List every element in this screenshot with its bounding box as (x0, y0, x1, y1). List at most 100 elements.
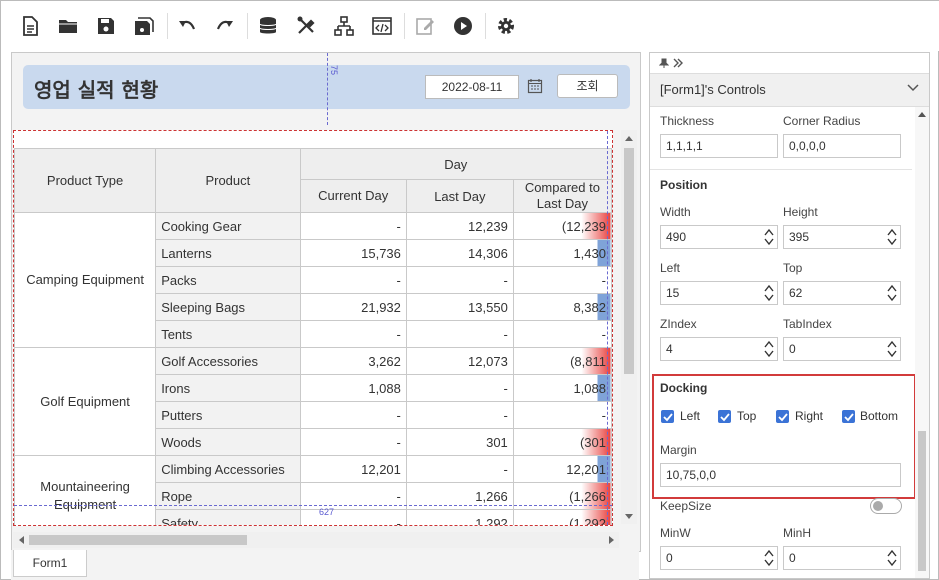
table-row[interactable]: Camping Equipment Cooking Gear -12,239 (12,… (14, 212, 612, 348)
current-day-cell[interactable]: - (299, 266, 407, 294)
margin-input[interactable]: 10,75,0,0 (660, 463, 901, 487)
current-day-cell[interactable]: - (299, 212, 407, 240)
tools-icon[interactable] (291, 11, 321, 41)
compared-cell[interactable]: 8,382 (512, 293, 612, 321)
database-icon[interactable] (253, 11, 283, 41)
spinner-icon[interactable] (887, 549, 897, 567)
compared-cell[interactable]: 12,201 (512, 455, 612, 483)
grid-horizontal-scrollbar[interactable] (13, 532, 619, 548)
product-cell[interactable]: Sleeping Bags (155, 293, 301, 321)
header-last-day[interactable]: Last Day (405, 179, 514, 213)
compared-cell[interactable]: (8,811 (512, 347, 612, 375)
last-day-cell[interactable]: 13,550 (405, 293, 514, 321)
horizontal-scroll-thumb[interactable] (29, 535, 247, 545)
product-cell[interactable]: Irons (155, 374, 301, 402)
product-type-cell[interactable]: Camping Equipment (14, 212, 157, 348)
current-day-cell[interactable]: 1,088 (299, 374, 407, 402)
chevron-down-icon[interactable] (907, 84, 919, 92)
current-day-cell[interactable]: - (299, 320, 407, 348)
compared-cell[interactable]: 1,088 (512, 374, 612, 402)
last-day-cell[interactable]: 1,292 (405, 509, 514, 525)
height-stepper[interactable]: 395 (783, 225, 901, 249)
table-row[interactable]: Golf Equipment Golf Accessories 3,262 12,07… (14, 347, 612, 456)
table-row[interactable]: Mountaineering Equipment Climbing Accesso… (14, 455, 612, 525)
spinner-icon[interactable] (764, 228, 774, 246)
last-day-cell[interactable]: 12,073 (405, 347, 514, 375)
redo-icon[interactable] (210, 11, 240, 41)
spinner-icon[interactable] (887, 340, 897, 358)
current-day-cell[interactable]: 21,932 (299, 293, 407, 321)
grid-vertical-scrollbar[interactable] (621, 130, 637, 524)
compared-cell[interactable]: 1,430 (512, 239, 612, 267)
last-day-cell[interactable]: 301 (405, 428, 514, 456)
last-day-cell[interactable]: - (405, 266, 514, 294)
spinner-icon[interactable] (764, 340, 774, 358)
dock-right-checkbox[interactable] (776, 410, 789, 423)
compared-cell[interactable]: - (512, 320, 612, 348)
current-day-cell[interactable]: - (299, 401, 407, 429)
spinner-icon[interactable] (887, 284, 897, 302)
product-cell[interactable]: Golf Accessories (155, 347, 301, 375)
edit-icon[interactable] (410, 11, 440, 41)
product-type-cell[interactable]: Mountaineering Equipment (14, 455, 157, 525)
compared-cell[interactable]: - (512, 266, 612, 294)
date-input[interactable]: 2022-08-11 (425, 75, 519, 99)
product-cell[interactable]: Packs (155, 266, 301, 294)
product-type-cell[interactable]: Golf Equipment (14, 347, 157, 456)
calendar-icon[interactable] (524, 75, 546, 97)
spinner-icon[interactable] (887, 228, 897, 246)
product-cell[interactable]: Safety (155, 509, 301, 525)
pin-icon[interactable] (659, 58, 669, 68)
product-cell[interactable]: Cooking Gear (155, 212, 301, 240)
hierarchy-icon[interactable] (329, 11, 359, 41)
run-icon[interactable] (448, 11, 478, 41)
panel-header[interactable]: [Form1]'s Controls (650, 74, 929, 107)
double-chevron-right-icon[interactable] (673, 58, 683, 68)
product-cell[interactable]: Climbing Accessories (155, 455, 301, 483)
current-day-cell[interactable]: 12,201 (299, 455, 407, 483)
spinner-icon[interactable] (764, 284, 774, 302)
tab-form1[interactable]: Form1 (13, 550, 87, 577)
dock-left-checkbox[interactable] (661, 410, 674, 423)
vertical-scroll-thumb[interactable] (624, 148, 634, 374)
keepsize-toggle[interactable] (870, 498, 902, 514)
spinner-icon[interactable] (764, 549, 774, 567)
last-day-cell[interactable]: - (405, 401, 514, 429)
save-icon[interactable] (91, 11, 121, 41)
query-button[interactable]: 조회 (557, 74, 618, 98)
undo-icon[interactable] (172, 11, 202, 41)
header-compared[interactable]: Compared to Last Day (512, 179, 612, 213)
last-day-cell[interactable]: 14,306 (405, 239, 514, 267)
dock-bottom-checkbox[interactable] (842, 410, 855, 423)
product-cell[interactable]: Woods (155, 428, 301, 456)
header-product[interactable]: Product (155, 148, 301, 213)
data-grid[interactable]: Product Type Product Day Current Day Las… (13, 130, 613, 526)
open-folder-icon[interactable] (53, 11, 83, 41)
current-day-cell[interactable]: 15,736 (299, 239, 407, 267)
scroll-up-icon[interactable] (918, 111, 926, 117)
product-cell[interactable]: Tents (155, 320, 301, 348)
panel-scrollbar[interactable] (915, 107, 929, 578)
minh-stepper[interactable]: 0 (783, 546, 901, 570)
compared-cell[interactable]: (301 (512, 428, 612, 456)
panel-scroll-thumb[interactable] (918, 431, 926, 571)
corner-radius-input[interactable]: 0,0,0,0 (783, 134, 901, 158)
top-stepper[interactable]: 62 (783, 281, 901, 305)
header-day[interactable]: Day (299, 148, 612, 180)
last-day-cell[interactable]: - (405, 455, 514, 483)
left-stepper[interactable]: 15 (660, 281, 778, 305)
current-day-cell[interactable]: - (299, 428, 407, 456)
scroll-up-icon[interactable] (625, 135, 633, 141)
new-file-icon[interactable] (15, 11, 45, 41)
zindex-stepper[interactable]: 4 (660, 337, 778, 361)
product-cell[interactable]: Putters (155, 401, 301, 429)
compared-cell[interactable]: (12,239 (512, 212, 612, 240)
designer-canvas[interactable]: 영업 실적 현황 2022-08-11 조회 75 Product Type P… (11, 52, 641, 552)
scroll-right-icon[interactable] (609, 536, 615, 544)
current-day-cell[interactable]: 3,262 (299, 347, 407, 375)
compared-cell[interactable]: - (512, 401, 612, 429)
save-all-icon[interactable] (129, 11, 159, 41)
width-stepper[interactable]: 490 (660, 225, 778, 249)
scroll-left-icon[interactable] (18, 536, 24, 544)
tabindex-stepper[interactable]: 0 (783, 337, 901, 361)
